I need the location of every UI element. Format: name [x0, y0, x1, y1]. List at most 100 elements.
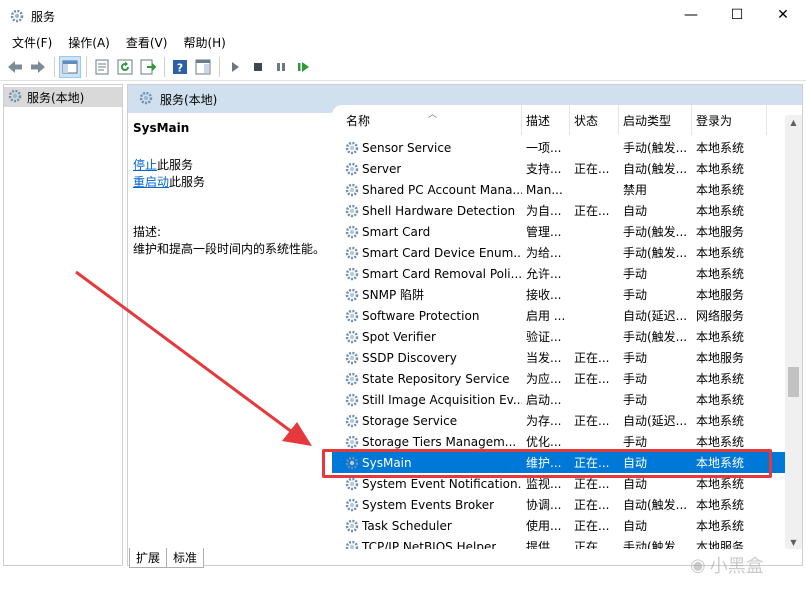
menu-action[interactable]: 操作(A) [60, 32, 118, 54]
services-list: ︿ 名称 描述 状态 启动类型 登录为 Sensor Service 一项... 手… [332, 105, 802, 549]
menu-view[interactable]: 查看(V) [118, 32, 176, 54]
service-name-text: Storage Service [362, 413, 458, 428]
table-row[interactable]: SysMain 维护... 正在... 自动 本地系统 [332, 452, 786, 473]
service-startup-type-cell: 手动 [623, 267, 648, 281]
close-button[interactable]: ✕ [760, 0, 806, 30]
back-icon[interactable] [4, 56, 26, 78]
service-name-text: Task Scheduler [362, 518, 452, 533]
svg-text:?: ? [177, 62, 183, 75]
table-row[interactable]: System Event Notification... 监视... 正在... 自动… [332, 473, 786, 494]
service-status-cell: 正在... [574, 204, 610, 218]
export-list-icon[interactable] [137, 56, 159, 78]
service-description-cell: 管理... [526, 225, 562, 239]
table-row[interactable]: Sensor Service 一项... 手动(触发... 本地系统 [332, 137, 786, 158]
scroll-up-icon[interactable]: ▲ [785, 115, 802, 129]
table-row[interactable]: Shell Hardware Detection 为自... 正在... 自动 本地系统 [332, 200, 786, 221]
service-name-cell: SSDP Discovery [332, 350, 522, 366]
column-header-log-on-as[interactable]: 登录为 [692, 105, 767, 135]
stop-service-link[interactable]: 停止 [133, 158, 157, 172]
description-label: 描述: [133, 225, 162, 239]
refresh-icon[interactable] [114, 56, 136, 78]
table-row[interactable]: Software Protection 启用 ... 自动(延迟... 网络服务 [332, 305, 786, 326]
table-row[interactable]: Smart Card Device Enum... 为给... 手动(触发... 本地… [332, 242, 786, 263]
scrollbar-thumb[interactable] [788, 367, 799, 397]
service-gear-icon [344, 329, 360, 345]
watermark-text: 小黑盒 [709, 556, 764, 577]
minimize-button[interactable]: — [668, 0, 714, 30]
forward-icon[interactable] [27, 56, 49, 78]
table-row[interactable]: Smart Card 管理... 手动(触发... 本地服务 [332, 221, 786, 242]
toolbar-separator [219, 57, 220, 77]
menu-file[interactable]: 文件(F) [4, 32, 60, 54]
table-row[interactable]: Still Image Acquisition Ev... 启动... 手动 本地系统 [332, 389, 786, 410]
table-row[interactable]: Storage Tiers Managem... 优化... 手动 本地系统 [332, 431, 786, 452]
service-description-cell: 支持... [526, 162, 562, 176]
service-name-cell: Shared PC Account Mana... [332, 182, 522, 198]
restart-service-icon[interactable] [293, 56, 315, 78]
column-header-status[interactable]: 状态 [570, 105, 619, 135]
service-gear-icon [344, 266, 360, 282]
start-service-icon[interactable] [224, 56, 246, 78]
tab-extended[interactable]: 扩展 [129, 548, 168, 568]
service-log-on-as-cell: 本地系统 [696, 141, 745, 155]
menu-help[interactable]: 帮助(H) [175, 32, 233, 54]
restart-service-link[interactable]: 重启动 [133, 175, 169, 189]
service-name-cell: SysMain [332, 455, 522, 471]
service-name-text: Software Protection [362, 308, 480, 323]
watermark-logo-icon: ◉ [690, 554, 706, 576]
service-startup-type-cell: 自动 [623, 477, 648, 491]
console-tree-icon[interactable] [59, 56, 81, 78]
service-name-cell: Spot Verifier [332, 329, 522, 345]
service-startup-type-cell: 手动 [623, 435, 648, 449]
column-header-label: 描述 [526, 113, 551, 128]
service-name-text: Sensor Service [362, 140, 452, 155]
table-row[interactable]: SNMP 陷阱 接收... 手动 本地服务 [332, 284, 786, 305]
table-row[interactable]: System Events Broker 协调... 正在... 自动(触发... 本地… [332, 494, 786, 515]
service-name-cell: Smart Card [332, 224, 522, 240]
scroll-down-icon[interactable]: ▼ [785, 535, 802, 549]
service-gear-icon [344, 182, 360, 198]
tab-standard[interactable]: 标准 [166, 548, 205, 568]
service-name-cell: Still Image Acquisition Ev... [332, 392, 522, 408]
table-row[interactable]: SSDP Discovery 当发... 正在... 手动 本地服务 [332, 347, 786, 368]
table-row[interactable]: Shared PC Account Mana... Man... 禁用 本地系统 [332, 179, 786, 200]
tree-item-label: 服务(本地) [27, 90, 85, 105]
help-icon[interactable]: ? [169, 56, 191, 78]
service-name-text: Still Image Acquisition Ev... [362, 392, 522, 407]
column-header-description[interactable]: 描述 [522, 105, 570, 135]
table-row[interactable]: Task Scheduler 使用... 正在... 自动 本地系统 [332, 515, 786, 536]
service-name-cell: Sensor Service [332, 140, 522, 156]
stop-service-icon[interactable] [247, 56, 269, 78]
table-row[interactable]: Storage Service 为存... 正在... 自动(延迟... 本地系统 [332, 410, 786, 431]
column-header-name[interactable]: ︿ 名称 [332, 105, 522, 135]
show-hide-action-pane-icon[interactable] [192, 56, 214, 78]
tree-item-services-local[interactable]: 服务(本地) [4, 87, 122, 107]
service-gear-icon [344, 203, 360, 219]
service-description-cell: 为存... [526, 414, 562, 428]
service-startup-type-cell: 自动(触发... [623, 162, 688, 176]
service-gear-icon [344, 434, 360, 450]
service-gear-icon [344, 161, 360, 177]
table-row[interactable]: Smart Card Removal Poli... 允许... 手动 本地系统 [332, 263, 786, 284]
service-description-cell: 接收... [526, 288, 562, 302]
maximize-button[interactable]: ☐ [714, 0, 760, 30]
column-header-startup-type[interactable]: 启动类型 [619, 105, 692, 135]
service-name-cell: Storage Tiers Managem... [332, 434, 522, 450]
service-log-on-as-cell: 本地系统 [696, 183, 745, 197]
service-log-on-as-cell: 本地系统 [696, 519, 745, 533]
vertical-scrollbar[interactable]: ▲ ▼ [785, 115, 802, 549]
service-name-text: SNMP 陷阱 [362, 288, 424, 302]
properties-icon[interactable] [91, 56, 113, 78]
table-row[interactable]: Server 支持... 正在... 自动(触发... 本地系统 [332, 158, 786, 179]
service-description-cell: 为自... [526, 204, 562, 218]
stop-action: 停止此服务 [133, 157, 327, 174]
table-row[interactable]: Spot Verifier 验证... 手动(触发... 本地系统 [332, 326, 786, 347]
pause-service-icon[interactable] [270, 56, 292, 78]
service-status-cell: 正在... [574, 162, 610, 176]
service-log-on-as-cell: 本地系统 [696, 372, 745, 386]
table-row[interactable]: State Repository Service 为应... 正在... 手动 本地系统 [332, 368, 786, 389]
service-gear-icon [344, 140, 360, 156]
service-name-text: System Event Notification... [362, 476, 522, 491]
toolbar-separator [86, 57, 87, 77]
service-log-on-as-cell: 本地系统 [696, 204, 745, 218]
